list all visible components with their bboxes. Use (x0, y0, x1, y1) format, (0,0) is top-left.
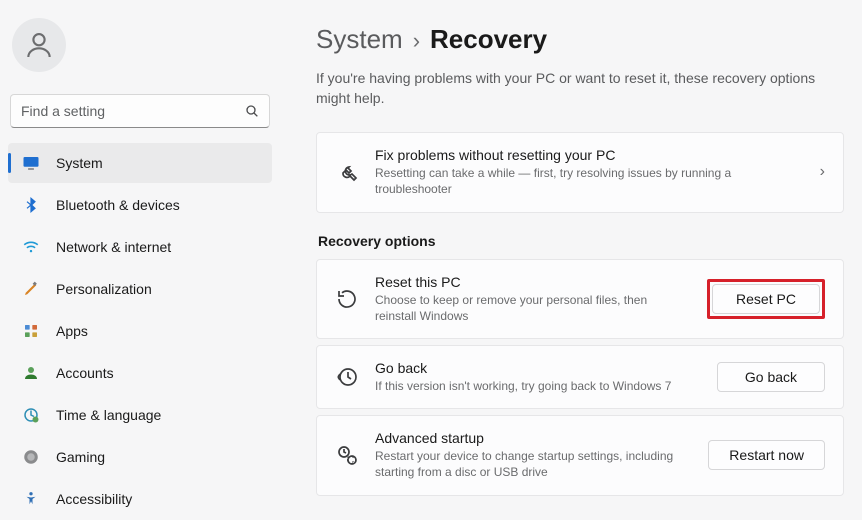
sidebar-item-personalization[interactable]: Personalization (8, 269, 272, 309)
page-description: If you're having problems with your PC o… (316, 69, 836, 108)
search-input[interactable] (10, 94, 270, 128)
system-icon (22, 154, 40, 172)
restart-now-button[interactable]: Restart now (708, 440, 825, 470)
breadcrumb-parent[interactable]: System (316, 24, 403, 55)
sidebar-item-accessibility[interactable]: Accessibility (8, 479, 272, 519)
sidebar-item-network[interactable]: Network & internet (8, 227, 272, 267)
sidebar: System Bluetooth & devices Network & int… (0, 0, 280, 520)
sidebar-item-apps[interactable]: Apps (8, 311, 272, 351)
reset-icon (335, 287, 359, 311)
go-back-card: Go back If this version isn't working, t… (316, 345, 844, 409)
fix-problems-card[interactable]: Fix problems without resetting your PC R… (316, 132, 844, 212)
card-subtitle: If this version isn't working, try going… (375, 378, 701, 394)
sidebar-item-label: Apps (56, 323, 88, 339)
highlight-annotation: Reset PC (707, 279, 825, 319)
user-account-header[interactable] (6, 10, 274, 84)
sidebar-item-time-language[interactable]: Time & language (8, 395, 272, 435)
card-title: Go back (375, 360, 701, 376)
sidebar-item-label: Gaming (56, 449, 105, 465)
sidebar-item-accounts[interactable]: Accounts (8, 353, 272, 393)
chevron-right-icon: › (413, 28, 420, 54)
wifi-icon (22, 238, 40, 256)
sidebar-item-gaming[interactable]: Gaming (8, 437, 272, 477)
main-content: System › Recovery If you're having probl… (280, 0, 862, 520)
chevron-right-icon: › (820, 163, 825, 181)
clock-globe-icon (22, 406, 40, 424)
sidebar-item-label: Personalization (56, 281, 152, 297)
page-title: Recovery (430, 24, 547, 55)
sidebar-item-system[interactable]: System (8, 143, 272, 183)
card-title: Fix problems without resetting your PC (375, 147, 804, 163)
reset-pc-card: Reset this PC Choose to keep or remove y… (316, 259, 844, 339)
card-title: Reset this PC (375, 274, 691, 290)
sidebar-item-label: Network & internet (56, 239, 171, 255)
section-title: Recovery options (318, 233, 844, 249)
breadcrumb: System › Recovery (316, 24, 844, 55)
card-subtitle: Resetting can take a while — first, try … (375, 165, 745, 197)
sidebar-item-label: Accounts (56, 365, 114, 381)
sidebar-item-label: Accessibility (56, 491, 132, 507)
sidebar-item-label: Time & language (56, 407, 161, 423)
paintbrush-icon (22, 280, 40, 298)
apps-icon (22, 322, 40, 340)
bluetooth-icon (22, 196, 40, 214)
accessibility-icon (22, 490, 40, 508)
go-back-button[interactable]: Go back (717, 362, 825, 392)
accounts-icon (22, 364, 40, 382)
reset-pc-button[interactable]: Reset PC (712, 284, 820, 314)
gaming-icon (22, 448, 40, 466)
sidebar-item-label: System (56, 155, 103, 171)
card-subtitle: Choose to keep or remove your personal f… (375, 292, 691, 324)
advanced-startup-card: Advanced startup Restart your device to … (316, 415, 844, 495)
avatar (12, 18, 66, 72)
history-icon (335, 365, 359, 389)
advanced-startup-icon (335, 443, 359, 467)
sidebar-item-label: Bluetooth & devices (56, 197, 180, 213)
card-title: Advanced startup (375, 430, 692, 446)
search-wrap (10, 94, 270, 128)
nav: System Bluetooth & devices Network & int… (6, 142, 274, 520)
sidebar-item-bluetooth[interactable]: Bluetooth & devices (8, 185, 272, 225)
wrench-icon (335, 160, 359, 184)
card-subtitle: Restart your device to change startup se… (375, 448, 692, 480)
